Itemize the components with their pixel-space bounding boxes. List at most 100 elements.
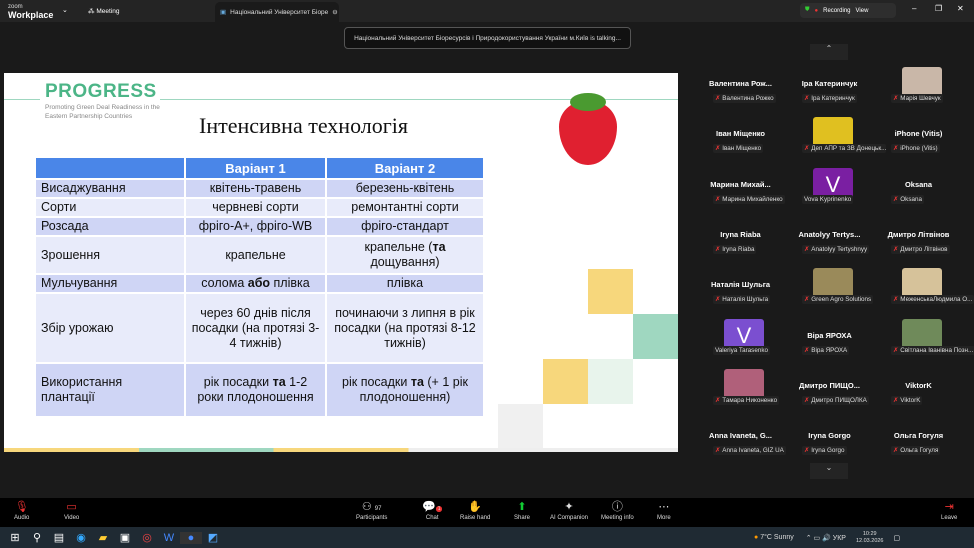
meeting-info-button[interactable]: ⓘ Meeting info — [601, 500, 634, 521]
maximize-icon[interactable]: ❐ — [935, 4, 942, 13]
video-button[interactable]: ▭ Video — [64, 500, 79, 521]
weather-widget[interactable]: ● 7°C Sunny — [754, 534, 794, 541]
participant-tile[interactable]: Anna Ivaneta, G... ✗ Anna Ivaneta, GIZ UA — [696, 419, 786, 469]
participant-tile[interactable]: ViktorK ✗ ViktorK — [874, 369, 963, 419]
chat-icon: 💬 1 — [422, 501, 443, 513]
table-cell: червневі сорти — [184, 197, 327, 218]
participant-tile[interactable]: ✗ Деп АПР та ЗВ Донецьк... — [785, 117, 886, 167]
mic-muted-icon: ✗ — [893, 245, 899, 253]
more-button[interactable]: ⋯ More — [657, 500, 671, 521]
app-icon[interactable]: ◩ — [202, 531, 224, 544]
participant-tile[interactable]: Наталія Шульга ✗ Наталія Шульга — [696, 268, 785, 318]
mic-muted-icon: ✗ — [893, 296, 899, 304]
row-header: Використання плантації — [34, 362, 186, 418]
table-cell: березень-квітень — [325, 178, 485, 199]
share-button[interactable]: ⬆ Share — [514, 500, 530, 521]
participant-tile[interactable]: Iryna Riaba ✗ Iryna Riaba — [696, 218, 785, 268]
participant-tile[interactable]: Ольга Гогуля ✗ Ольга Гогуля — [874, 419, 963, 469]
participant-tile[interactable]: Валентина Рож... ✗ Валентина Рожко — [696, 67, 785, 117]
zoom-taskbar-icon[interactable]: ● — [180, 531, 202, 544]
participant-tile[interactable]: ✗ Світлана Іванівна Позн... — [874, 318, 974, 369]
participant-name: Oksana — [904, 179, 933, 189]
participant-tile[interactable]: ✗ Green Agro Solutions — [785, 268, 874, 318]
talking-indicator: Національний Університет Біоресурсів і П… — [344, 27, 631, 49]
file-explorer-icon[interactable]: ▰ — [92, 531, 114, 544]
strawberry-leaves — [570, 93, 606, 111]
edge-icon[interactable]: ◉ — [70, 531, 92, 544]
participant-name: Anatolyy Tertys... — [798, 229, 861, 239]
decor-tile — [543, 359, 588, 404]
decor-tile — [498, 404, 543, 452]
chrome-icon[interactable]: ◎ — [136, 531, 158, 544]
notifications-icon[interactable]: ▢ — [894, 534, 901, 542]
scroll-down-button[interactable]: ⌄ — [810, 463, 848, 479]
ai-companion-button[interactable]: ✦ AI Companion — [550, 500, 588, 521]
row-header: Розсада — [34, 216, 186, 237]
mic-muted-icon: ✗ — [715, 296, 721, 304]
table-cell: крапельне (та дощування) — [325, 235, 485, 275]
windows-start-icon[interactable]: ⊞ — [4, 531, 26, 544]
participant-tile[interactable]: V Vova Kyprinenko — [785, 167, 874, 218]
close-icon[interactable]: ✕ — [957, 4, 964, 13]
participant-tile[interactable]: ✗ Тамара Никоненко — [696, 368, 785, 419]
participant-tile[interactable]: Дмитро Літвінов ✗ Дмитро Літвінов — [874, 218, 963, 268]
participant-tile[interactable]: Марина Михай... ✗ Марина Михайленко — [696, 168, 785, 218]
participant-label: ✗ Дмитро Літвінов — [891, 244, 950, 254]
participant-tile[interactable]: ✗ МеженськаЛюдмила О... — [874, 268, 974, 318]
participant-tile[interactable]: ✗ Марія Шевчук — [874, 67, 963, 117]
chat-button[interactable]: 💬 1 Chat — [422, 500, 443, 521]
row-header: Мульчування — [34, 273, 186, 294]
store-icon[interactable]: ▣ — [114, 531, 136, 544]
decor-tile — [588, 359, 633, 404]
tray-icons[interactable]: ⌃ ▭ 🔊 УКР — [806, 534, 846, 542]
table-cell: фріго-А+, фріго-WB — [184, 216, 327, 237]
scroll-up-button[interactable]: ⌃ — [810, 44, 848, 60]
table-cell: ремонтантні сорти — [325, 197, 485, 218]
audio-button[interactable]: 🎙 Audio — [14, 500, 29, 521]
participants-button[interactable]: ⚇ 97 Participants — [356, 500, 387, 521]
participant-tile[interactable]: Іван Міщенко ✗ Іван Міщенко — [696, 117, 785, 167]
raise-hand-button[interactable]: ✋ Raise hand — [460, 500, 490, 521]
search-icon[interactable]: ⚲ — [26, 531, 48, 544]
participant-tile[interactable]: Іра Катеринчук ✗ Іра Катеринчук — [785, 67, 874, 117]
meeting-window-tab[interactable]: ▣ Національний Університет Біоре ⊖ — [215, 2, 339, 22]
table-row: Сорти червневі сорти ремонтантні сорти — [34, 197, 485, 218]
minimize-icon[interactable]: – — [912, 4, 916, 13]
mic-muted-icon: ✗ — [893, 396, 899, 404]
participant-tile[interactable]: V Valeriya Tarasenko — [696, 318, 785, 369]
participant-tile[interactable]: iPhone (Vitis) ✗ iPhone (Vitis) — [874, 117, 963, 167]
participant-label: ✗ Anna Ivaneta, GIZ UA — [713, 446, 786, 456]
table-cell: квітень-травень — [184, 178, 327, 199]
table-row: Розсада фріго-А+, фріго-WB фріго-стандарт — [34, 216, 485, 237]
more-icon[interactable]: ⊖ — [332, 8, 337, 16]
participant-label: ✗ Anatolyy Tertyshnyy — [802, 244, 870, 254]
table-cell: через 60 днів після посадки (на протязі … — [184, 292, 327, 364]
sparkle-icon: ✦ — [564, 501, 574, 513]
table-row: Зрошення крапельне крапельне (та дощування… — [34, 235, 485, 275]
mic-muted-icon: ✗ — [715, 95, 721, 102]
participant-tile[interactable]: Anatolyy Tertys... ✗ Anatolyy Tertyshnyy — [785, 218, 874, 268]
task-view-icon[interactable]: ▤ — [48, 531, 70, 544]
participant-tile[interactable]: Дмитро ПИЩО... ✗ Дмитро ПИЩОЛКА — [785, 369, 874, 419]
meeting-tab[interactable]: ⁂ Meeting — [88, 7, 119, 15]
mic-muted-icon: ✗ — [893, 447, 899, 455]
table-cell: плівка — [325, 273, 485, 294]
participant-label: ✗ Дмитро ПИЩОЛКА — [802, 395, 869, 405]
chevron-down-icon[interactable]: ⌄ — [62, 6, 68, 14]
view-button[interactable]: View — [856, 8, 869, 14]
participant-tile[interactable]: Oksana ✗ Oksana — [874, 168, 963, 218]
mic-muted-icon: ✗ — [804, 396, 810, 404]
shared-slide: PROGRESS Promoting Green Deal Readiness … — [4, 73, 678, 452]
recording-indicator[interactable]: ⛊ ● Recording View — [800, 3, 896, 18]
security-icon: ⛊ — [805, 7, 810, 13]
divider — [4, 99, 40, 100]
info-icon: ⓘ — [611, 501, 623, 513]
clock[interactable]: 10:29 12.03.2026 — [856, 531, 884, 545]
participant-tile[interactable]: Iryna Gorgo ✗ Iryna Gorgo — [785, 419, 874, 469]
mic-muted-icon: ✗ — [804, 245, 810, 253]
leave-button[interactable]: ⇥ Leave — [941, 500, 957, 521]
word-icon[interactable]: W — [158, 532, 180, 544]
sun-icon: ● — [754, 534, 759, 541]
participant-tile[interactable]: Віра ЯРОХА ✗ Віра ЯРОХА — [785, 319, 874, 369]
table-row: Мульчування солома або плівка плівка — [34, 273, 485, 294]
